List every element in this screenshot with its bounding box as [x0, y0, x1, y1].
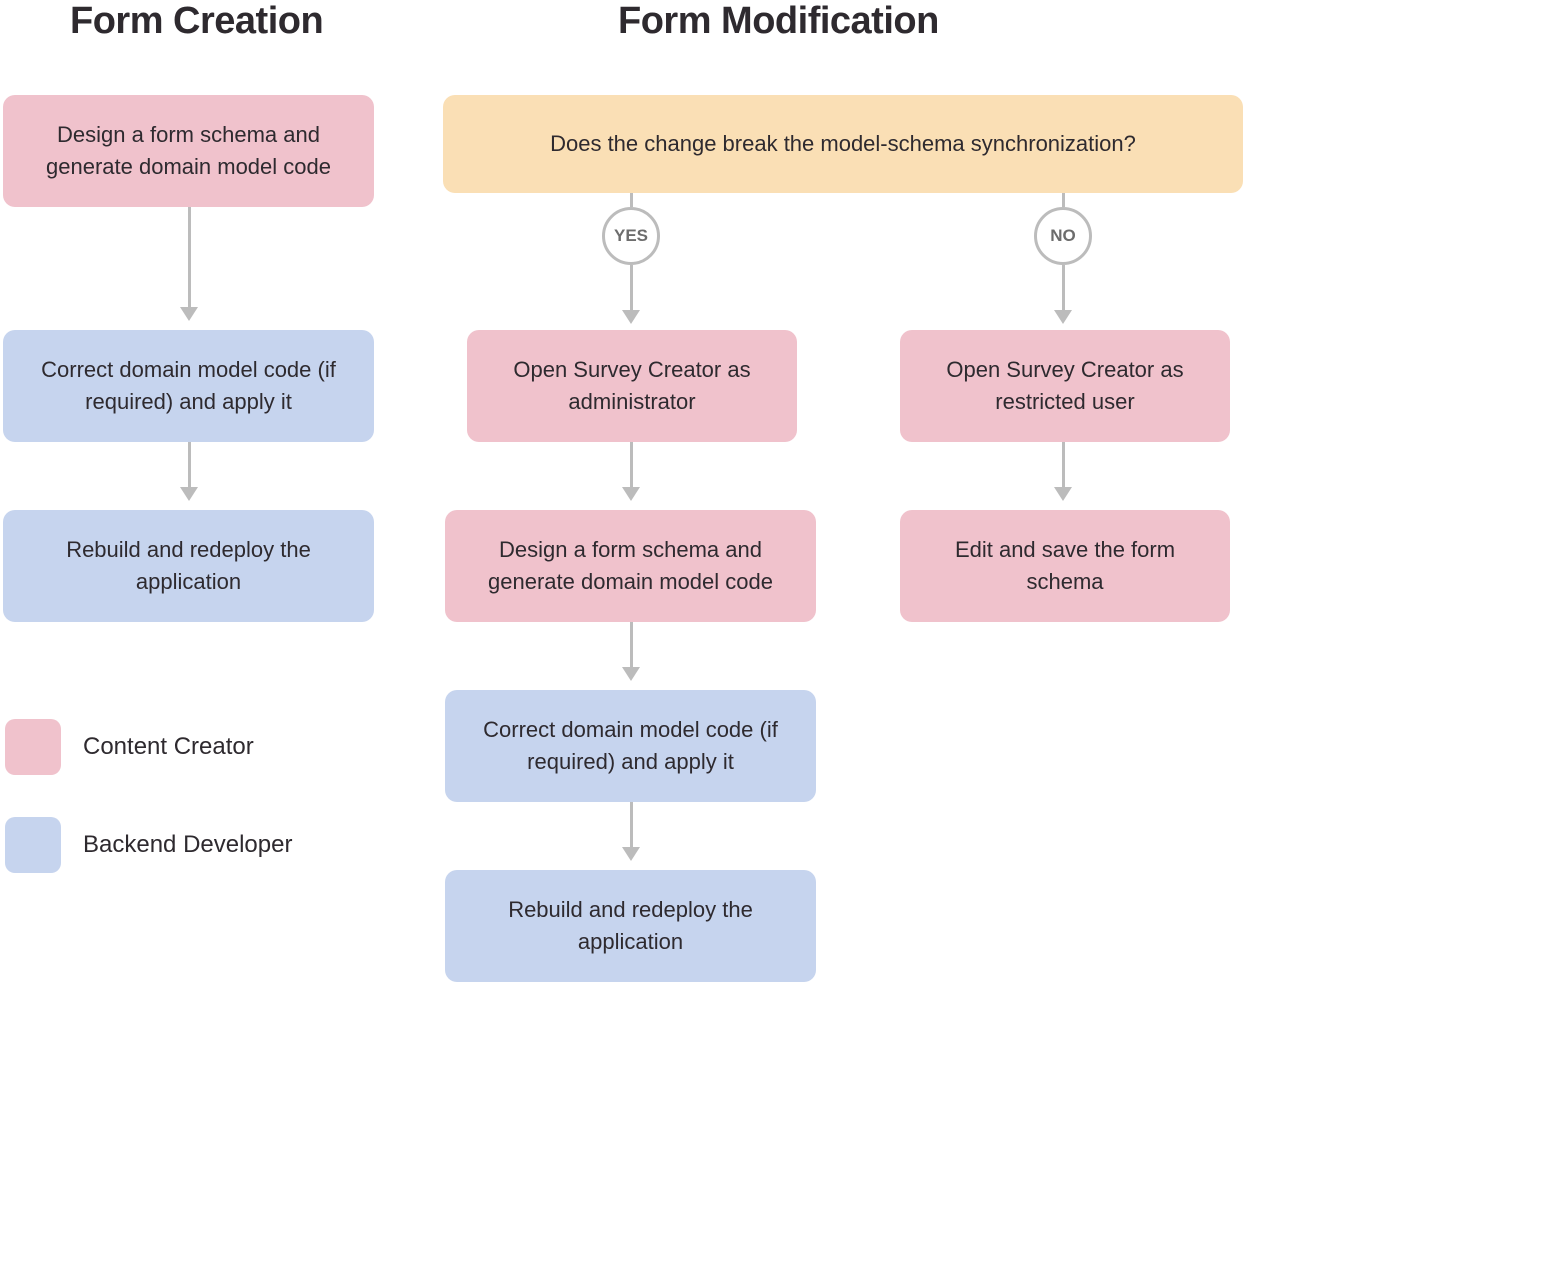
legend-content-creator: Content Creator — [5, 719, 254, 775]
yes-step-open-admin: Open Survey Creator as administrator — [467, 330, 797, 442]
arrow-icon — [619, 265, 643, 324]
heading-form-modification: Form Modification — [618, 0, 939, 43]
modification-question: Does the change break the model-schema s… — [443, 95, 1243, 193]
legend-backend-developer: Backend Developer — [5, 817, 292, 873]
yes-step-design-schema: Design a form schema and generate domain… — [445, 510, 816, 622]
arrow-icon — [619, 622, 643, 681]
arrow-icon — [1051, 265, 1075, 324]
decision-yes: YES — [602, 207, 660, 265]
creation-step-design-schema: Design a form schema and generate domain… — [3, 95, 374, 207]
no-connector — [1051, 193, 1075, 207]
arrow-icon — [619, 802, 643, 861]
creation-step-correct-code: Correct domain model code (if required) … — [3, 330, 374, 442]
arrow-icon — [619, 442, 643, 501]
diagram-canvas: Form Creation Form Modification Design a… — [0, 0, 1544, 1274]
decision-no: NO — [1034, 207, 1092, 265]
heading-form-creation: Form Creation — [70, 0, 323, 43]
no-step-open-restricted: Open Survey Creator as restricted user — [900, 330, 1230, 442]
arrow-icon — [177, 207, 201, 321]
no-step-edit-save: Edit and save the form schema — [900, 510, 1230, 622]
creation-step-rebuild: Rebuild and redeploy the application — [3, 510, 374, 622]
legend-label-blue: Backend Developer — [83, 831, 292, 859]
arrow-icon — [177, 442, 201, 501]
swatch-blue — [5, 817, 61, 873]
swatch-pink — [5, 719, 61, 775]
yes-step-rebuild: Rebuild and redeploy the application — [445, 870, 816, 982]
yes-step-correct-code: Correct domain model code (if required) … — [445, 690, 816, 802]
yes-connector — [619, 193, 643, 207]
arrow-icon — [1051, 442, 1075, 501]
legend-label-pink: Content Creator — [83, 733, 254, 761]
